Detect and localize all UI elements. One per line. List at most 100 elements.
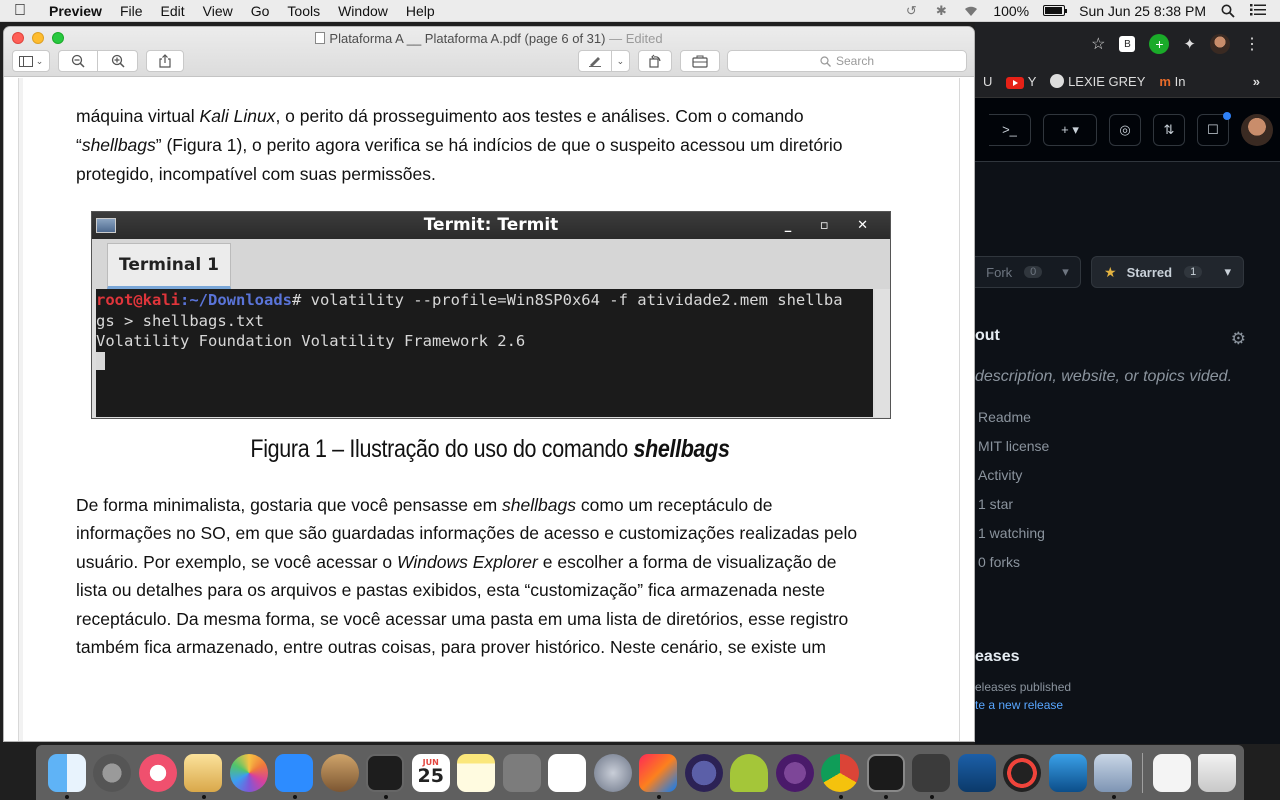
dock-activity-monitor[interactable] xyxy=(363,750,409,799)
notification-center-icon[interactable] xyxy=(1250,3,1266,18)
sidebar-toggle-button[interactable]: ⌄ xyxy=(12,50,50,72)
command-palette-button[interactable]: >_ xyxy=(989,113,1031,146)
dock-launchpad[interactable] xyxy=(590,750,636,795)
bookmark-u[interactable]: U xyxy=(983,74,992,89)
terminal-output: Volatility Foundation Volatility Framewo… xyxy=(96,332,526,350)
issues-icon[interactable]: ◎ xyxy=(1109,113,1141,146)
dock-terminal[interactable] xyxy=(863,750,909,799)
stat-watching[interactable]: 1 watching xyxy=(975,519,1280,548)
reminders-icon xyxy=(548,753,587,792)
bookmarks-overflow-icon[interactable]: » xyxy=(1253,74,1260,89)
pull-requests-icon[interactable]: ⇅ xyxy=(1153,113,1185,146)
body-line: lista ou detalhes para os arquivos e pas… xyxy=(76,580,826,600)
stat-readme[interactable]: Readme xyxy=(975,403,1280,432)
rotate-button[interactable] xyxy=(638,50,672,72)
profile-avatar[interactable] xyxy=(1210,34,1230,54)
dock-remote-desktop[interactable] xyxy=(1045,750,1091,795)
dock-xquartz[interactable] xyxy=(317,750,363,795)
starred-button[interactable]: ★ Starred 1 ▾ xyxy=(1091,256,1244,288)
menu-tools[interactable]: Tools xyxy=(278,3,329,19)
edited-indicator[interactable]: — Edited xyxy=(609,31,662,46)
dock-zoom[interactable] xyxy=(272,750,318,799)
wifi-icon[interactable] xyxy=(963,4,979,18)
create-release-link[interactable]: te a new release xyxy=(975,698,1071,712)
search-input[interactable]: Search xyxy=(727,50,967,72)
extension-b-icon[interactable]: B xyxy=(1119,36,1136,52)
running-indicator xyxy=(656,795,661,799)
menu-view[interactable]: View xyxy=(194,3,242,19)
running-indicator xyxy=(383,795,388,799)
share-button[interactable] xyxy=(146,50,184,72)
apple-menu-icon[interactable]:  xyxy=(0,2,40,20)
dock-virtualbox[interactable] xyxy=(954,750,1000,795)
dock-anydesk[interactable] xyxy=(1000,750,1046,795)
star-icon: ★ xyxy=(1104,263,1117,280)
menu-edit[interactable]: Edit xyxy=(152,3,194,19)
markup-dropdown[interactable]: ⌄ xyxy=(612,51,629,71)
dock-android-studio[interactable] xyxy=(727,750,773,795)
fork-button[interactable]: Fork 0 ▾ xyxy=(975,256,1081,288)
dock-sublime[interactable] xyxy=(909,750,955,799)
activity-monitor-icon xyxy=(366,753,405,792)
menu-help[interactable]: Help xyxy=(397,3,444,19)
zoom-in-button[interactable] xyxy=(98,51,137,71)
bookmark-in[interactable]: m In xyxy=(1159,74,1185,89)
emphasis-kali-linux: Kali Linux xyxy=(199,106,276,126)
star-dropdown-icon[interactable]: ▾ xyxy=(1224,264,1231,280)
menu-window[interactable]: Window xyxy=(329,3,397,19)
extensions-puzzle-icon[interactable]: ✦ xyxy=(1183,35,1196,53)
battery-percent[interactable]: 100% xyxy=(993,3,1029,19)
paragraph-text: máquina virtual Kali Linux, o perito dá … xyxy=(76,106,804,126)
menu-bar:  Preview File Edit View Go Tools Window… xyxy=(0,0,1280,22)
dock-eclipse[interactable] xyxy=(681,750,727,795)
inbox-icon[interactable]: ☐ xyxy=(1197,111,1231,146)
markup-pen-button[interactable] xyxy=(579,51,612,71)
body-line: também fica armazenado, entre outras coi… xyxy=(76,637,826,657)
bookmark-lexie-grey[interactable]: LEXIE GREY xyxy=(1050,74,1145,89)
user-avatar[interactable] xyxy=(1241,113,1273,146)
dock-tor[interactable] xyxy=(772,750,818,795)
dock-preview-image[interactable] xyxy=(1091,750,1137,799)
menu-app-name[interactable]: Preview xyxy=(40,3,111,19)
dock-system-preferences[interactable] xyxy=(90,750,136,795)
terminal-scrollbar xyxy=(875,289,890,417)
dock-finder[interactable] xyxy=(44,750,90,799)
dock-trash[interactable] xyxy=(1195,750,1241,795)
create-new-button[interactable]: + ▾ xyxy=(1043,113,1097,146)
toolbox-button[interactable] xyxy=(680,50,720,72)
terminal-command-line: root@kali:~/Downloads# volatility --prof… xyxy=(96,290,873,311)
dock-calendar[interactable]: JUN 25 xyxy=(408,750,454,795)
dock-preview[interactable] xyxy=(181,750,227,799)
clock[interactable]: Sun Jun 25 8:38 PM xyxy=(1079,3,1206,19)
zoom-out-button[interactable] xyxy=(59,51,99,71)
stat-forks[interactable]: 0 forks xyxy=(975,548,1280,577)
window-title: Plataforma A __ Plataforma A.pdf (page 6… xyxy=(4,31,974,46)
extension-plus-icon[interactable]: + xyxy=(1149,34,1170,54)
zoom-icon xyxy=(275,753,314,792)
fork-dropdown-icon[interactable]: ▾ xyxy=(1062,264,1069,280)
stat-license[interactable]: MIT license xyxy=(975,432,1280,461)
stat-stars[interactable]: 1 star xyxy=(975,490,1280,519)
dock-calculator[interactable] xyxy=(499,750,545,795)
settings-gear-icon[interactable]: ⚙ xyxy=(1231,329,1246,349)
bookmark-star-icon[interactable]: ☆ xyxy=(1091,34,1105,54)
browser-menu-icon[interactable]: ⋮ xyxy=(1244,34,1260,54)
dock-notes[interactable] xyxy=(454,750,500,795)
terminal-window-title: Termit: Termit xyxy=(423,215,559,235)
dock-chrome[interactable] xyxy=(818,750,864,799)
menu-file[interactable]: File xyxy=(111,3,152,19)
menu-go[interactable]: Go xyxy=(242,3,279,19)
dock-intellij[interactable] xyxy=(636,750,682,799)
spotlight-search-icon[interactable] xyxy=(1220,4,1236,18)
stat-activity[interactable]: Activity xyxy=(975,461,1280,490)
pdf-page[interactable]: máquina virtual Kali Linux, o perito dá … xyxy=(18,78,960,741)
dock-photos[interactable] xyxy=(226,750,272,795)
bookmark-youtube[interactable]: Y xyxy=(1006,74,1036,89)
bluetooth-icon[interactable]: ✱ xyxy=(933,3,949,18)
page-gutter xyxy=(19,78,23,741)
battery-icon[interactable] xyxy=(1043,5,1068,16)
dock-reminders[interactable] xyxy=(545,750,591,795)
time-machine-icon[interactable]: ↺ xyxy=(903,3,919,18)
dock-itunes[interactable] xyxy=(135,750,181,795)
dock-documents[interactable] xyxy=(1149,750,1195,795)
